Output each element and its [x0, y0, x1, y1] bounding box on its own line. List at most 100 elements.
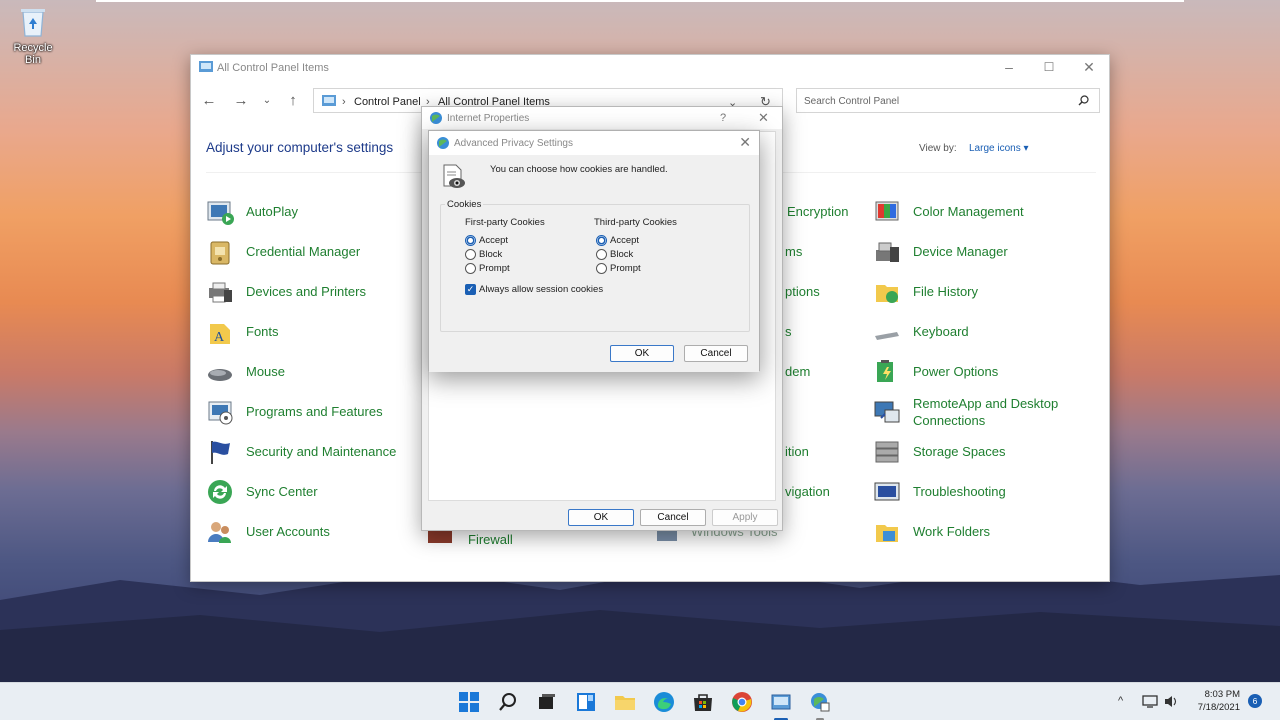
recycle-bin-label: Recycle Bin: [13, 42, 53, 66]
ok-button[interactable]: OK: [610, 345, 674, 362]
advanced-privacy-titlebar[interactable]: Advanced Privacy Settings ✕: [429, 131, 759, 155]
dialog-title: Advanced Privacy Settings: [454, 138, 573, 149]
volume-icon[interactable]: [1164, 695, 1178, 708]
privacy-document-eye-icon: [443, 164, 465, 188]
control-panel-icon: [199, 61, 213, 72]
breadcrumb-control-panel[interactable]: Control Panel: [354, 96, 421, 108]
search-placeholder: Search Control Panel: [804, 96, 900, 107]
apply-button[interactable]: Apply: [712, 509, 778, 526]
recycle-bin-shortcut[interactable]: Recycle Bin: [4, 6, 62, 66]
cp-item-partial[interactable]: s: [785, 323, 792, 340]
programs-features-icon: [208, 401, 233, 425]
third-party-prompt-radio[interactable]: [596, 263, 607, 274]
show-hidden-icons-chevron-icon[interactable]: ^: [1118, 695, 1123, 707]
store-icon[interactable]: [692, 691, 714, 713]
cp-item-partial[interactable]: ms: [785, 243, 802, 260]
recent-locations-chevron-icon[interactable]: ⌄: [257, 95, 277, 106]
cp-item-label: Color Management: [913, 204, 1024, 219]
cp-item-label: Power Options: [913, 364, 999, 379]
cp-item-label: Programs and Features: [246, 404, 383, 419]
svg-text:A: A: [214, 330, 225, 345]
first-party-block-radio[interactable]: [465, 249, 476, 260]
start-windows-icon[interactable]: [458, 691, 480, 713]
color-management-icon: [875, 201, 899, 221]
cp-item-label: Sync Center: [246, 484, 318, 499]
close-button[interactable]: ✕: [739, 134, 751, 151]
task-view-icon[interactable]: [536, 691, 558, 713]
cancel-button[interactable]: Cancel: [684, 345, 748, 362]
credential-manager-icon: [210, 241, 230, 265]
advanced-privacy-dialog: Advanced Privacy Settings ✕ You can choo…: [428, 130, 760, 372]
third-party-block-radio[interactable]: [596, 249, 607, 260]
clock-time: 8:03 PM: [1204, 689, 1240, 700]
cp-item-partial[interactable]: ition: [785, 443, 809, 460]
close-button[interactable]: ✕: [1079, 59, 1099, 75]
cp-item-label: Work Folders: [913, 524, 991, 539]
file-history-icon: [876, 285, 898, 303]
search-box[interactable]: Search Control Panel: [796, 88, 1100, 113]
device-manager-icon: [876, 242, 899, 262]
cp-item-label: AutoPlay: [246, 204, 299, 219]
cp-item-label: Storage Spaces: [913, 444, 1006, 459]
view-by-label: View by:: [919, 143, 957, 154]
cp-item-partial-encryption[interactable]: Encryption: [787, 203, 848, 220]
power-options-icon: [877, 360, 893, 382]
first-party-label: First-party Cookies: [465, 217, 545, 228]
control-panel-titlebar[interactable]: All Control Panel Items – ☐ ✕: [191, 55, 1109, 79]
work-folders-icon: [876, 525, 898, 542]
devices-printers-icon: [209, 282, 232, 303]
chrome-icon[interactable]: [731, 691, 753, 713]
remoteapp-icon: [874, 401, 900, 423]
cp-item-partial[interactable]: dem: [785, 363, 810, 380]
maximize-button[interactable]: ☐: [1039, 59, 1059, 75]
help-button[interactable]: ?: [720, 112, 726, 124]
third-party-accept-radio[interactable]: [596, 235, 607, 246]
cp-item-label: Mouse: [246, 364, 286, 379]
advanced-privacy-body: You can choose how cookies are handled. …: [429, 155, 759, 372]
system-clock[interactable]: 8:03 PM 7/18/2021: [1188, 688, 1240, 714]
view-by-value: Large icons: [969, 143, 1021, 154]
minimize-button[interactable]: –: [999, 59, 1019, 75]
page-heading: Adjust your computer's settings: [206, 140, 394, 155]
internet-properties-titlebar[interactable]: Internet Properties ? ✕: [422, 107, 782, 129]
first-party-accept-radio[interactable]: [465, 235, 476, 246]
cp-item-label: Firewall: [468, 532, 513, 547]
file-explorer-icon[interactable]: [614, 691, 636, 713]
radio-label: Accept: [479, 235, 509, 246]
up-arrow-icon[interactable]: ↑: [283, 92, 303, 109]
third-party-label: Third-party Cookies: [594, 217, 677, 228]
cp-item-label: File History: [913, 284, 979, 299]
internet-options-taskbar-icon[interactable]: [809, 691, 831, 713]
cp-item-label: User Accounts: [246, 524, 330, 539]
forward-arrow-icon[interactable]: →: [231, 92, 251, 109]
cp-item-label: Devices and Printers: [246, 284, 366, 299]
cp-item-label: Fonts: [246, 324, 279, 339]
top-edge-bar: [96, 0, 1184, 2]
back-arrow-icon[interactable]: ←: [199, 92, 219, 109]
control-panel-taskbar-icon[interactable]: [770, 691, 792, 713]
ok-button[interactable]: OK: [568, 509, 634, 526]
cancel-button[interactable]: Cancel: [640, 509, 706, 526]
widgets-icon[interactable]: [575, 691, 597, 713]
cp-item-label: Device Manager: [913, 244, 1008, 259]
cp-item-partial[interactable]: ptions: [785, 283, 820, 300]
edge-browser-icon[interactable]: [653, 691, 675, 713]
view-by-dropdown[interactable]: Large icons ▾: [969, 143, 1029, 154]
cp-item-label: Credential Manager: [246, 244, 361, 259]
description-text: You can choose how cookies are handled.: [490, 164, 668, 175]
first-party-prompt-radio[interactable]: [465, 263, 476, 274]
internet-globe-icon: [430, 112, 442, 124]
keyboard-icon: [875, 332, 899, 340]
cp-item-partial[interactable]: vigation: [785, 483, 830, 500]
cp-item-label: Security and Maintenance: [246, 444, 397, 459]
network-icon[interactable]: [1142, 695, 1158, 708]
notification-badge[interactable]: 6: [1248, 694, 1262, 708]
session-cookies-checkbox[interactable]: ✓: [465, 284, 476, 295]
recycle-bin-icon: [21, 9, 45, 37]
search-icon[interactable]: [497, 691, 519, 713]
close-button[interactable]: ✕: [758, 110, 769, 126]
cp-item-label: Troubleshooting: [913, 484, 1006, 499]
dialog-title: Internet Properties: [447, 113, 530, 124]
clock-date: 7/18/2021: [1197, 702, 1240, 713]
autoplay-icon: [207, 201, 234, 225]
